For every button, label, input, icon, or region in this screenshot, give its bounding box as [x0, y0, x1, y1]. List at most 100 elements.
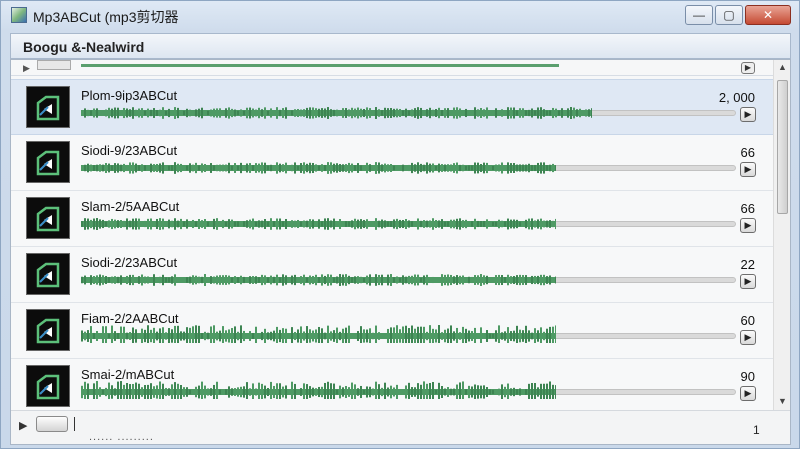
waveform-peak — [240, 275, 242, 285]
play-button[interactable]: ▶ — [740, 107, 756, 122]
waveform-peak — [492, 333, 494, 339]
h-scroll-thumb[interactable] — [36, 416, 68, 432]
waveform-peak — [135, 109, 137, 117]
waveform-peak — [414, 108, 416, 118]
waveform-peak — [321, 386, 323, 398]
close-button[interactable]: ✕ — [745, 5, 791, 25]
waveform-peak — [210, 326, 212, 343]
waveform-peak — [126, 382, 128, 399]
waveform[interactable] — [81, 209, 556, 231]
maximize-button[interactable]: ▢ — [715, 5, 743, 25]
waveform-peak — [234, 388, 236, 396]
waveform-peak — [309, 162, 311, 174]
waveform-peak — [366, 386, 368, 398]
waveform-peak — [342, 328, 344, 343]
waveform-peak — [444, 388, 446, 396]
waveform-peak — [219, 108, 221, 118]
track-row[interactable]: Fiam-2/2AABCut 60 ▶ — [11, 303, 773, 359]
waveform-peak — [342, 108, 344, 118]
waveform-peak — [426, 274, 428, 286]
waveform-peak — [531, 275, 533, 285]
play-button[interactable]: ▶ — [740, 218, 756, 233]
waveform[interactable] — [81, 321, 556, 343]
waveform[interactable] — [81, 265, 556, 287]
play-button[interactable]: ▶ — [740, 274, 756, 289]
track-row[interactable]: Slam-2/5AABCut 66 ▶ — [11, 191, 773, 247]
waveform-peak — [333, 330, 335, 342]
waveform-peak — [204, 110, 206, 116]
track-thumbnail — [26, 141, 70, 183]
scroll-down-icon[interactable]: ▼ — [778, 396, 787, 406]
waveform-peak — [201, 276, 203, 284]
waveform-peak — [288, 389, 290, 395]
waveform-peak — [309, 107, 311, 119]
waveform-peak — [495, 164, 497, 172]
waveform-peak — [114, 331, 116, 341]
waveform-peak — [267, 332, 269, 340]
waveform-peak — [531, 108, 533, 118]
track-list[interactable]: ▶ ▶ Plom-9ip3ABCut 2, 000 ▶ Siodi-9/23ABCut… — [11, 60, 773, 410]
play-button[interactable]: ▶ — [740, 330, 756, 345]
waveform-peak — [423, 275, 425, 285]
waveform-peak — [435, 329, 437, 343]
waveform-peak — [264, 162, 266, 174]
waveform-peak — [117, 276, 119, 284]
app-icon — [11, 7, 27, 23]
play-button[interactable]: ▶ — [740, 162, 756, 177]
waveform-peak — [315, 329, 317, 343]
scroll-left-icon[interactable]: ▶ — [19, 419, 27, 432]
play-button[interactable]: ▶ — [740, 386, 756, 401]
track-row[interactable]: Plom-9ip3ABCut 2, 000 ▶ — [11, 79, 773, 135]
waveform-peak — [402, 389, 404, 395]
waveform-peak — [159, 328, 161, 343]
track-row[interactable]: Smai-2/mABCut 90 ▶ — [11, 359, 773, 410]
waveform-peak — [315, 388, 317, 396]
waveform-peak — [120, 326, 122, 343]
waveform-peak — [375, 325, 377, 343]
track-row[interactable]: Siodi-9/23ABCut 66 ▶ — [11, 135, 773, 191]
track-row[interactable]: Siodi-2/23ABCut 22 ▶ — [11, 247, 773, 303]
scroll-up-icon[interactable]: ▲ — [778, 62, 787, 72]
waveform-peak — [297, 329, 299, 343]
waveform-peak — [438, 220, 440, 228]
waveform-peak — [459, 108, 461, 118]
waveform-peak — [567, 108, 569, 118]
waveform-peak — [345, 385, 347, 399]
waveform-peak — [81, 110, 83, 116]
waveform-peak — [552, 107, 554, 119]
horizontal-scrollbar[interactable]: ▶ ...... ......... 1 — [11, 410, 790, 444]
waveform-peak — [234, 221, 236, 227]
title-bar[interactable]: Mp3ABCut (mp3剪切器 — ▢ ✕ — [1, 1, 800, 31]
waveform[interactable] — [81, 377, 556, 399]
waveform-peak — [213, 384, 215, 399]
waveform-peak — [546, 276, 548, 284]
waveform-peak — [561, 108, 563, 118]
waveform-peak — [279, 329, 281, 343]
waveform-peak — [246, 163, 248, 173]
waveform-peak — [531, 218, 533, 230]
scroll-thumb[interactable] — [777, 80, 788, 214]
waveform-peak — [549, 275, 551, 285]
waveform-peak — [285, 328, 287, 343]
waveform-peak — [177, 277, 179, 283]
waveform[interactable] — [81, 153, 556, 175]
waveform-peak — [288, 333, 290, 339]
waveform-peak — [132, 383, 134, 399]
waveform-peak — [294, 331, 296, 341]
waveform-peak — [420, 220, 422, 228]
waveform-peak — [501, 384, 503, 399]
waveform-peak — [156, 331, 158, 341]
vertical-scrollbar[interactable]: ▲ ▼ — [773, 60, 790, 410]
waveform[interactable] — [81, 98, 592, 120]
waveform-peak — [135, 382, 137, 399]
waveform-peak — [222, 219, 224, 229]
waveform-peak — [528, 218, 530, 230]
waveform-peak — [519, 221, 521, 227]
waveform-peak — [270, 381, 272, 399]
waveform-peak — [318, 108, 320, 118]
waveform-peak — [516, 325, 518, 343]
play-button[interactable]: ▶ — [741, 62, 755, 74]
minimize-button[interactable]: — — [685, 5, 713, 25]
waveform-peak — [120, 275, 122, 285]
waveform-peak — [261, 109, 263, 117]
